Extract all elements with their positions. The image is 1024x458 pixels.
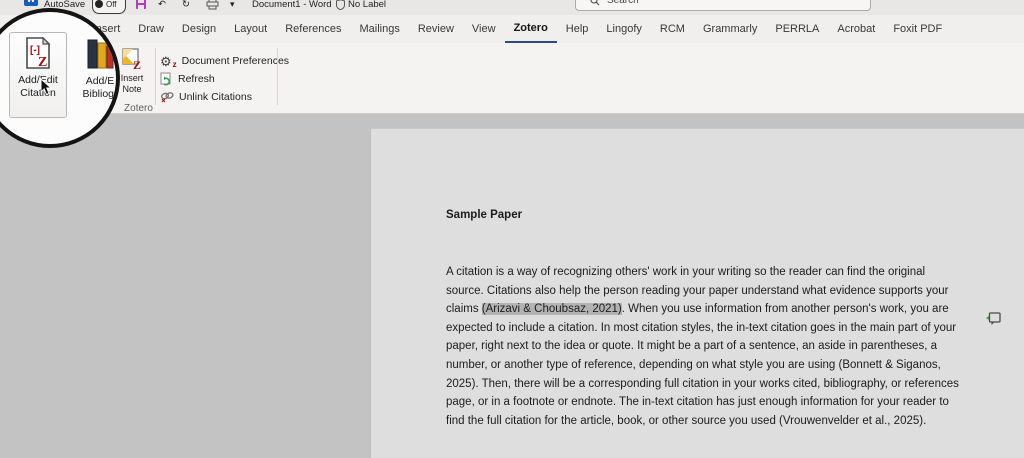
- sensitivity-label[interactable]: No Label: [336, 0, 386, 14]
- tab-review[interactable]: Review: [409, 15, 463, 43]
- gear-icon: ⚙: [160, 55, 172, 68]
- paragraph-text-after: . When you use information from another …: [446, 303, 959, 427]
- svg-text:Z: Z: [38, 55, 47, 70]
- document-workspace: Sample Paper A citation is a way of reco…: [0, 114, 1024, 458]
- tab-design[interactable]: Design: [173, 15, 225, 43]
- undo-button[interactable]: ↶: [158, 0, 166, 14]
- toggle-knob-icon: [95, 0, 103, 8]
- ribbon-tab-bar: File Insert Draw Design Layout Reference…: [0, 15, 1024, 43]
- print-button[interactable]: [206, 0, 219, 14]
- insert-note-icon: Z: [121, 47, 143, 71]
- search-icon: [590, 0, 600, 6]
- refresh-label: Refresh: [178, 73, 215, 85]
- document-preferences-button[interactable]: ⚙z Document Preferences: [160, 53, 289, 69]
- redo-icon: ↻: [182, 0, 190, 10]
- add-edit-bibliography-label-2: Bibliogr: [82, 88, 117, 100]
- ribbon-separator: [155, 48, 156, 105]
- search-placeholder: Search: [607, 0, 639, 6]
- add-edit-citation-button[interactable]: [-] Z Add/Edit Citation: [9, 32, 67, 118]
- document-heading: Sample Paper: [446, 209, 522, 221]
- save-icon: [135, 0, 147, 10]
- ribbon-zotero-group: Z Insert Note ⚙z Document Preferences Re…: [0, 43, 1024, 114]
- insert-note-label-1: Insert: [121, 73, 144, 83]
- add-edit-bibliography-icon: [85, 36, 115, 72]
- insert-note-label-2: Note: [122, 84, 141, 94]
- gear-z-badge: z: [173, 60, 177, 69]
- document-preferences-label: Document Preferences: [182, 55, 289, 67]
- tab-mailings[interactable]: Mailings: [350, 15, 408, 43]
- comment-icon: [985, 312, 1001, 326]
- tab-help[interactable]: Help: [557, 15, 598, 43]
- undo-icon: ↶: [158, 0, 166, 10]
- tab-draw[interactable]: Draw: [129, 15, 173, 43]
- refresh-button[interactable]: Refresh: [160, 71, 215, 87]
- add-edit-bibliography-label-1: Add/E: [86, 75, 115, 87]
- add-edit-bibliography-button[interactable]: Add/E Bibliogr: [72, 34, 120, 116]
- sensitivity-label-text: No Label: [348, 0, 386, 10]
- document-title: Document1 - Word: [252, 0, 332, 14]
- tab-layout[interactable]: Layout: [225, 15, 276, 43]
- word-logo-icon: W: [24, 0, 38, 6]
- tab-perrla[interactable]: PERRLA: [766, 15, 828, 43]
- chevron-down-icon: ▾: [230, 0, 235, 10]
- unlink-citations-label: Unlink Citations: [179, 91, 252, 103]
- tab-references[interactable]: References: [276, 15, 350, 43]
- comment-marker-button[interactable]: [985, 312, 1001, 331]
- tab-rcm[interactable]: RCM: [651, 15, 694, 43]
- mouse-cursor-icon: [40, 78, 54, 96]
- tab-acrobat[interactable]: Acrobat: [828, 15, 884, 43]
- unlink-icon: [160, 91, 174, 103]
- ribbon-separator: [277, 48, 278, 105]
- citation-field-highlighted[interactable]: (Arizavi & Choubsaz, 2021): [482, 303, 622, 315]
- svg-text:Z: Z: [133, 58, 141, 71]
- tab-lingofy[interactable]: Lingofy: [597, 15, 650, 43]
- qat-dropdown-button[interactable]: ▾: [230, 0, 235, 14]
- document-paragraph: A citation is a way of recognizing other…: [446, 263, 961, 430]
- tab-grammarly[interactable]: Grammarly: [694, 15, 766, 43]
- save-button[interactable]: [135, 0, 147, 14]
- document-page[interactable]: Sample Paper A citation is a way of reco…: [370, 128, 1024, 458]
- tab-zotero[interactable]: Zotero: [505, 15, 557, 43]
- search-input[interactable]: Search: [575, 0, 871, 11]
- printer-icon: [206, 0, 219, 10]
- shield-icon: [336, 0, 345, 10]
- autosave-toggle[interactable]: Off: [92, 0, 126, 14]
- refresh-icon: [160, 72, 173, 86]
- autosave-state: Off: [106, 0, 117, 9]
- redo-button[interactable]: ↻: [182, 0, 190, 14]
- add-edit-citation-icon: [-] Z: [23, 37, 53, 71]
- tab-view[interactable]: View: [463, 15, 505, 43]
- tab-foxit-pdf[interactable]: Foxit PDF: [884, 15, 951, 43]
- title-bar: W AutoSave Off ↶ ↻ ▾ Document1 - Word No…: [0, 0, 1024, 15]
